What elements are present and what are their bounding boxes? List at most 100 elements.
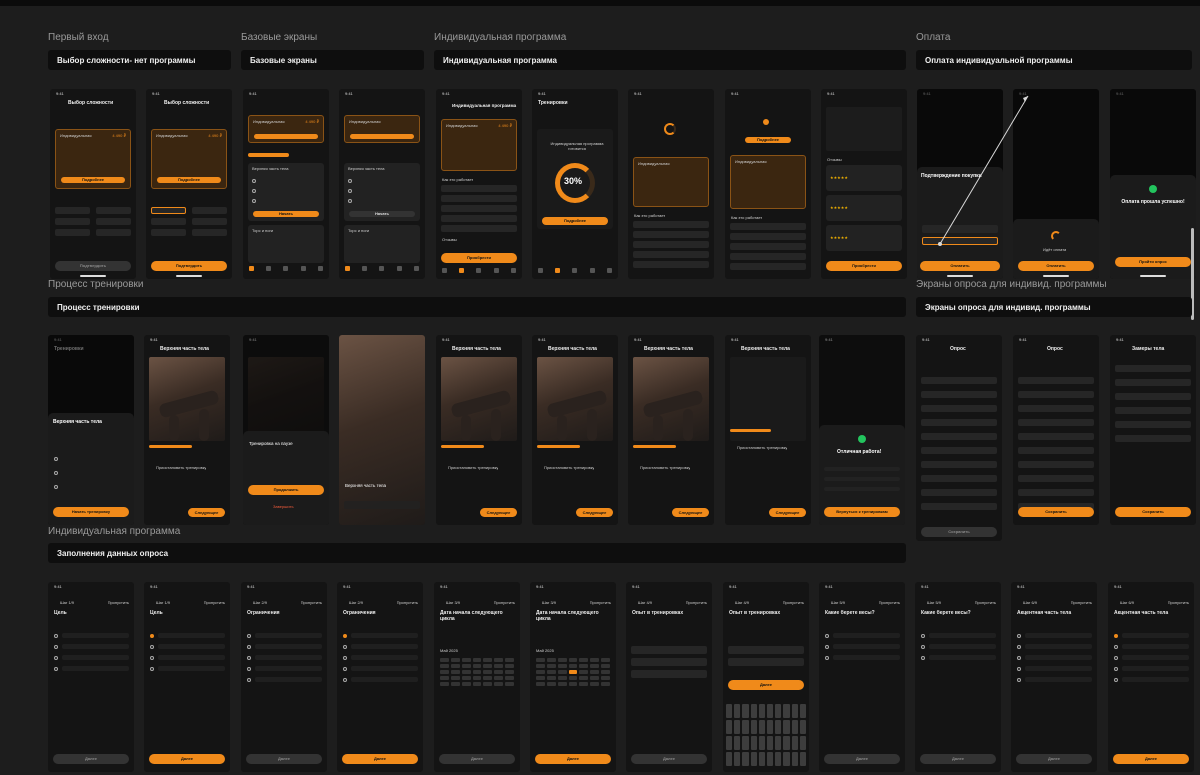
option-radio[interactable]	[150, 645, 154, 649]
workout-sheet[interactable]: Верхняя часть тела Начать тренировку	[48, 413, 134, 525]
screen-trainings-base-active[interactable]: 9:41 Индивидуальная Верхняя часть тела Н…	[339, 89, 425, 279]
screen-program-loading[interactable]: 9:41 Индивидуальная Как это работает	[628, 89, 714, 279]
screen-training-start-sheet[interactable]: 9:41 Тренировки Верхняя часть тела Начат…	[48, 335, 134, 525]
option-radio[interactable]	[343, 645, 347, 649]
section-base-screens[interactable]: Базовые экраны	[241, 32, 317, 43]
start-training-button[interactable]: Начать тренировку	[53, 507, 129, 517]
workout-card-upper[interactable]: Верхняя часть тела Начать	[248, 163, 324, 221]
calendar-grid[interactable]	[440, 658, 514, 686]
section-bar-difficulty[interactable]: Выбор сложности- нет программы	[48, 50, 231, 70]
option-radio[interactable]	[825, 634, 829, 638]
option-radio[interactable]	[1017, 667, 1021, 671]
next-button[interactable]: Далее	[439, 754, 515, 764]
experience-input[interactable]	[631, 646, 707, 654]
screen-trainings-base[interactable]: 9:41 Индивидуальная 4 490 ₽ Верхняя част…	[243, 89, 329, 279]
option-radio[interactable]	[150, 667, 154, 671]
next-button[interactable]: Далее	[728, 680, 804, 690]
option-radio[interactable]	[1114, 667, 1118, 671]
screen-survey-goal[interactable]: 9:41 Шаг 1/9 Пропустить Цель Далее	[48, 582, 134, 772]
individual-banner[interactable]: Индивидуальная	[344, 115, 420, 143]
workout-card-torso[interactable]: Торс и ноги	[248, 225, 324, 263]
save-button-disabled[interactable]: Сохранить	[921, 527, 997, 537]
section-payment[interactable]: Оплата	[916, 32, 950, 43]
skip-link[interactable]: Пропустить	[1071, 600, 1092, 605]
option-radio[interactable]	[343, 634, 347, 638]
option-radio[interactable]	[247, 645, 251, 649]
purchase-sheet[interactable]: Подтверждение покупки Оплатить	[917, 167, 1003, 279]
next-button[interactable]: Следующее	[769, 508, 806, 517]
screen-survey-weights[interactable]: 9:41 Шаг 5/9 Пропустить Какие берете весы? Д…	[819, 582, 905, 772]
finish-link[interactable]: Завершить	[273, 504, 294, 509]
option-radio[interactable]	[247, 667, 251, 671]
screen-survey-filled[interactable]: 9:41 Опрос Сохранить	[1013, 335, 1099, 525]
screen-body-measurements[interactable]: 9:41 Замеры тела Сохранить	[1110, 335, 1196, 525]
pay-button[interactable]: Оплатить	[1018, 261, 1094, 271]
option-radio[interactable]	[1017, 656, 1021, 660]
save-button[interactable]: Сохранить	[1018, 507, 1094, 517]
section-bar-fill-survey[interactable]: Заполнения данных опроса	[48, 543, 906, 563]
next-button[interactable]: Далее	[342, 754, 418, 764]
option-radio[interactable]	[343, 678, 347, 682]
option-radio[interactable]	[54, 634, 58, 638]
pause-sheet[interactable]: Тренировка на паузе Продолжить Завершить	[243, 431, 329, 525]
next-button[interactable]: Далее	[631, 754, 707, 764]
more-button[interactable]: Подробнее	[542, 217, 608, 225]
skip-link[interactable]: Пропустить	[204, 600, 225, 605]
next-button[interactable]: Далее	[535, 754, 611, 764]
screen-program-preparing[interactable]: 9:41 Тренировки Индивидуальная программа…	[532, 89, 618, 279]
option-radio[interactable]	[1114, 678, 1118, 682]
screen-training-video[interactable]: 9:41 Верхняя часть тела Приостановить трен…	[436, 335, 522, 525]
program-card[interactable]: Индивидуальная	[730, 155, 806, 209]
option-radio[interactable]	[343, 656, 347, 660]
screen-program-active[interactable]: 9:41 Подробнее Индивидуальная Как это ра…	[725, 89, 811, 279]
continue-button[interactable]: Продолжить	[248, 485, 324, 495]
next-button[interactable]: Далее	[824, 754, 900, 764]
next-button[interactable]: Следующее	[672, 508, 709, 517]
screen-purchase-confirm[interactable]: 9:41 Подтверждение покупки Оплатить	[917, 89, 1003, 279]
option-radio[interactable]	[247, 634, 251, 638]
screen-program-reviews[interactable]: 9:41 Отзывы ★★★★★ ★★★★★ ★★★★★ Приобрести	[821, 89, 907, 279]
more-button[interactable]: Подробнее	[157, 177, 221, 183]
skip-link[interactable]: Пропустить	[301, 600, 322, 605]
option-radio[interactable]	[150, 634, 154, 638]
screen-payment-success[interactable]: 9:41 Оплата прошла успешно! Пройти опрос	[1110, 89, 1196, 279]
screen-survey-experience[interactable]: 9:41 Шаг 4/9 Пропустить Опыт в тренировках Д…	[723, 582, 809, 772]
option-radio[interactable]	[921, 634, 925, 638]
screen-survey-next-cycle-date[interactable]: 9:41 Шаг 3/9 Пропустить Дата начала следующ…	[530, 582, 616, 772]
section-individual-program[interactable]: Индивидуальная программа	[434, 32, 566, 43]
option-radio[interactable]	[1114, 656, 1118, 660]
more-button[interactable]: Подробнее	[745, 137, 791, 143]
option-radio[interactable]	[1114, 634, 1118, 638]
option-radio[interactable]	[247, 656, 251, 660]
screen-survey-limitations[interactable]: 9:41 Шаг 2/9 Пропустить Ограничения Далее	[241, 582, 327, 772]
keyboard[interactable]	[726, 704, 806, 766]
more-button[interactable]: Подробнее	[61, 177, 125, 183]
skip-link[interactable]: Пропустить	[686, 600, 707, 605]
screen-survey-goal[interactable]: 9:41 Шаг 1/9 Пропустить Цель Далее	[144, 582, 230, 772]
next-button[interactable]: Следующее	[188, 508, 225, 517]
skip-link[interactable]: Пропустить	[783, 600, 804, 605]
screen-survey-accent[interactable]: 9:41 Шаг 6/9 Пропустить Акцентная часть тел…	[1108, 582, 1194, 772]
option-radio[interactable]	[921, 656, 925, 660]
next-button[interactable]: Далее	[1016, 754, 1092, 764]
option-radio[interactable]	[921, 645, 925, 649]
next-button[interactable]: Следующее	[480, 508, 517, 517]
screen-training-finished[interactable]: 9:41 Отличная работа! Вернуться к тренир…	[819, 335, 905, 525]
skip-link[interactable]: Пропустить	[494, 600, 515, 605]
screen-survey-limitations[interactable]: 9:41 Шаг 2/9 Пропустить Ограничения Далее	[337, 582, 423, 772]
screen-survey-weights[interactable]: 9:41 Шаг 5/9 Пропустить Какие берете весы? Д…	[915, 582, 1001, 772]
section-first-entry[interactable]: Первый вход	[48, 32, 109, 43]
option-radio[interactable]	[1017, 634, 1021, 638]
pause-link[interactable]: Приостановить тренировку	[737, 445, 787, 450]
buy-button[interactable]: Приобрести	[826, 261, 902, 271]
screen-training-video[interactable]: 9:41 Верхняя часть тела Приостановить трен…	[144, 335, 230, 525]
section-bar-individual[interactable]: Индивидуальная программа	[434, 50, 906, 70]
screen-training-paused[interactable]: 9:41 Тренировка на паузе Продолжить Заверши…	[243, 335, 329, 525]
save-button[interactable]: Сохранить	[1115, 507, 1191, 517]
option-radio[interactable]	[1114, 645, 1118, 649]
pause-link[interactable]: Приостановить тренировку	[156, 465, 206, 470]
screen-payment-processing[interactable]: 9:41 Идёт оплата Оплатить	[1013, 89, 1099, 279]
workout-card-torso[interactable]: Торс и ноги	[344, 225, 420, 263]
section-bar-payment[interactable]: Оплата индивидуальной программы	[916, 50, 1192, 70]
section-bar-survey[interactable]: Экраны опроса для индивид. программы	[916, 297, 1192, 317]
